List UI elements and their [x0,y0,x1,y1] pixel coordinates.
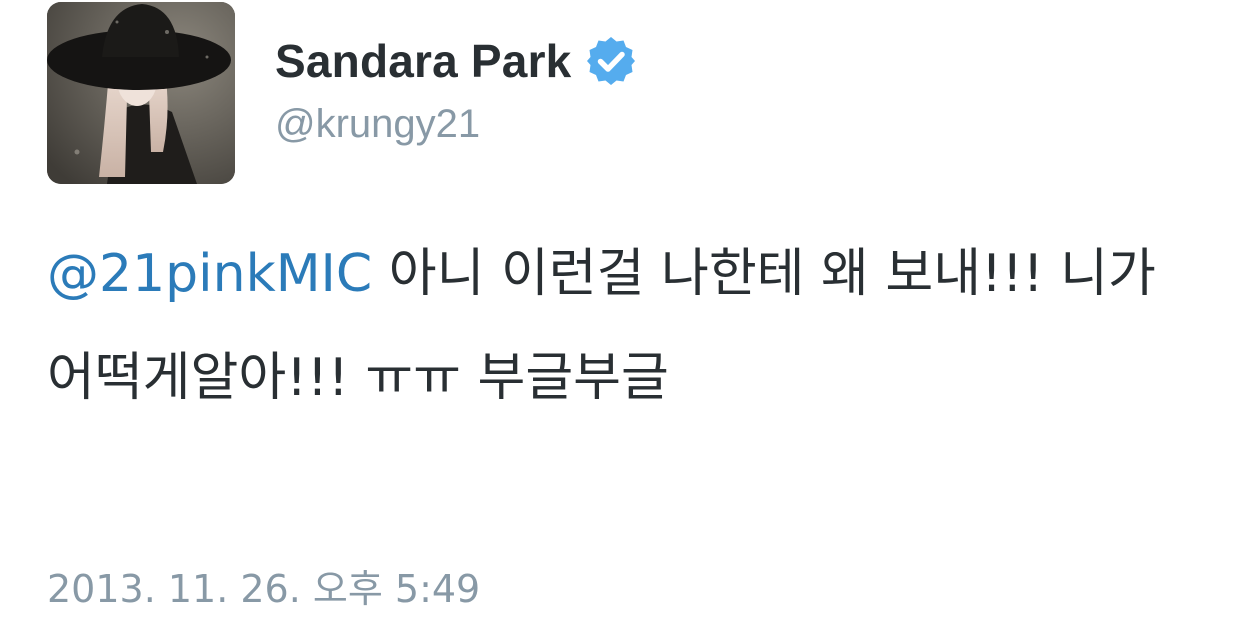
display-name[interactable]: Sandara Park [275,38,571,84]
profile-photo-icon [47,2,235,184]
tweet-text: @21pinkMIC 아니 이런걸 나한테 왜 보내!!! 니가 어떡게알아!!… [47,222,1227,430]
name-row: Sandara Park [275,30,637,92]
mention-link[interactable]: @21pinkMIC [47,244,372,304]
avatar[interactable] [47,2,235,184]
tweet-timestamp[interactable]: 2013. 11. 26. 오후 5:49 [47,570,480,608]
tweet-card: Sandara Park @krungy21 @21pinkMIC 아니 이런걸… [0,0,1252,626]
verified-badge-icon [585,35,637,87]
user-handle[interactable]: @krungy21 [275,104,480,144]
